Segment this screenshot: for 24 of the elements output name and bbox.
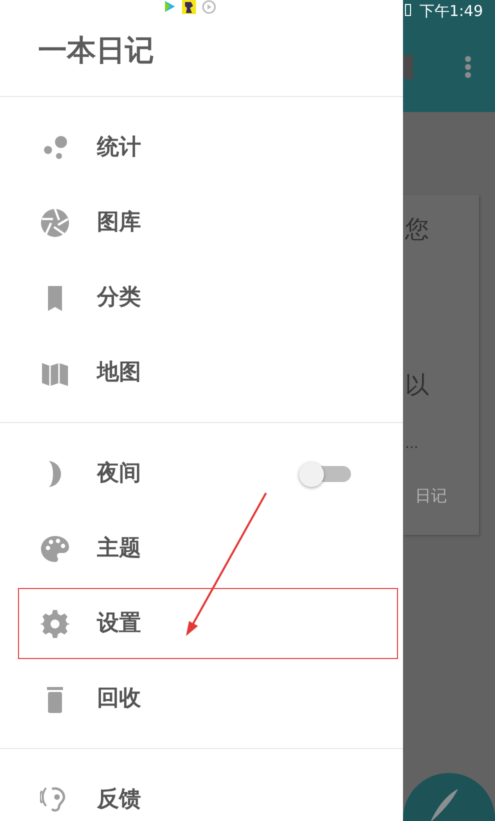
app-icon: [182, 0, 196, 14]
card-text: ...: [405, 437, 418, 451]
aperture-icon: [40, 208, 70, 238]
menu-item[interactable]: 设置: [0, 586, 403, 661]
night-mode-switch[interactable]: [299, 462, 353, 486]
app-title: 一本日记: [38, 33, 155, 68]
play-circle-icon: [202, 0, 216, 14]
menu-item[interactable]: 夜间: [0, 436, 403, 511]
settings-icon: [40, 608, 70, 638]
card-text: 以: [405, 373, 429, 397]
palette-icon: [40, 534, 70, 564]
menu-item[interactable]: 图库: [0, 185, 403, 260]
battery-icon: [405, 4, 411, 16]
status-time: 下午1:49: [419, 1, 483, 22]
more-icon: [464, 55, 472, 79]
menu-item[interactable]: 地图: [0, 335, 403, 410]
card-text: 您: [405, 217, 429, 241]
menu-item[interactable]: 统计: [0, 110, 403, 185]
menu-item[interactable]: 回收: [0, 661, 403, 736]
menu-item[interactable]: 主题: [0, 511, 403, 586]
play-icon: [164, 0, 176, 13]
menu-item[interactable]: 分类: [0, 260, 403, 335]
menu-item[interactable]: 反馈: [0, 762, 403, 821]
card-text: 日记: [415, 488, 447, 504]
